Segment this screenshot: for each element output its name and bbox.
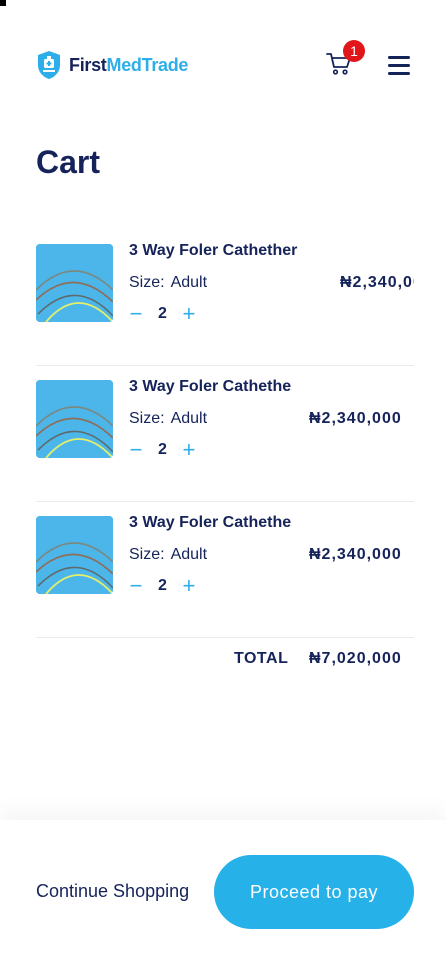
product-size: Size: Adult xyxy=(129,274,207,292)
quantity-stepper: − 2 + xyxy=(129,575,196,597)
product-name[interactable]: 3 Way Foler Cathether xyxy=(129,514,291,532)
shield-logo-icon xyxy=(38,51,60,79)
quantity-stepper: − 2 + xyxy=(129,303,196,325)
product-name[interactable]: 3 Way Foler Cathether xyxy=(129,242,329,260)
cart-item: 3 Way Foler Cathether Size: Adult ₦2,340… xyxy=(36,366,414,502)
product-price: ₦2,340,000 xyxy=(309,546,402,563)
increase-quantity-button[interactable]: + xyxy=(182,439,196,461)
brand-med: MedTrade xyxy=(106,54,189,75)
decrease-quantity-button[interactable]: − xyxy=(129,575,143,597)
product-name[interactable]: 3 Way Foler Cathether xyxy=(129,378,291,396)
menu-line xyxy=(388,56,410,59)
catheter-image xyxy=(36,244,113,322)
product-thumbnail[interactable] xyxy=(36,244,113,322)
increase-quantity-button[interactable]: + xyxy=(182,575,196,597)
increase-quantity-button[interactable]: + xyxy=(182,303,196,325)
menu-line xyxy=(388,72,410,75)
brand-name: FirstMedTrade xyxy=(69,55,188,76)
product-price: ₦2,340,000 xyxy=(309,410,402,427)
quantity-stepper: − 2 + xyxy=(129,439,196,461)
total-value: ₦7,020,000 xyxy=(309,650,402,667)
catheter-image xyxy=(36,380,113,458)
size-label: Size: xyxy=(129,410,165,427)
size-label: Size: xyxy=(129,546,165,563)
proceed-to-pay-button[interactable]: Proceed to pay xyxy=(214,855,414,929)
quantity-value: 2 xyxy=(158,305,167,322)
continue-shopping-link[interactable]: Continue Shopping xyxy=(36,881,214,902)
cart-button[interactable]: 1 xyxy=(326,40,365,80)
site-header: FirstMedTrade 1 xyxy=(0,0,446,120)
quantity-value: 2 xyxy=(158,577,167,594)
catheter-image xyxy=(36,516,113,594)
menu-line xyxy=(388,64,410,67)
checkout-bar: Continue Shopping Proceed to pay xyxy=(0,820,446,963)
product-thumbnail[interactable] xyxy=(36,516,113,594)
size-value: Adult xyxy=(170,410,208,427)
brand-logo[interactable]: FirstMedTrade xyxy=(36,50,188,80)
product-size: Size: Adult xyxy=(129,410,207,428)
total-label: TOTAL xyxy=(234,650,289,667)
cart-count-badge: 1 xyxy=(343,40,365,62)
decrease-quantity-button[interactable]: − xyxy=(129,303,143,325)
size-value: Adult xyxy=(170,546,208,563)
decrease-quantity-button[interactable]: − xyxy=(129,439,143,461)
page-title: Cart xyxy=(36,144,101,180)
product-thumbnail[interactable] xyxy=(36,380,113,458)
product-price: ₦2,340,000 xyxy=(340,274,414,291)
cart-item: 3 Way Foler Cathether Size: Adult ₦2,340… xyxy=(36,230,414,366)
product-size: Size: Adult xyxy=(129,546,207,564)
size-label: Size: xyxy=(129,274,165,291)
cart-item: 3 Way Foler Cathether Size: Adult ₦2,340… xyxy=(36,502,414,638)
size-value: Adult xyxy=(170,274,208,291)
cart-total: TOTAL ₦7,020,000 xyxy=(36,650,414,674)
brand-first: First xyxy=(69,54,107,75)
quantity-value: 2 xyxy=(158,441,167,458)
hamburger-menu-icon[interactable] xyxy=(388,56,412,76)
cart-item-list: 3 Way Foler Cathether Size: Adult ₦2,340… xyxy=(36,230,414,638)
